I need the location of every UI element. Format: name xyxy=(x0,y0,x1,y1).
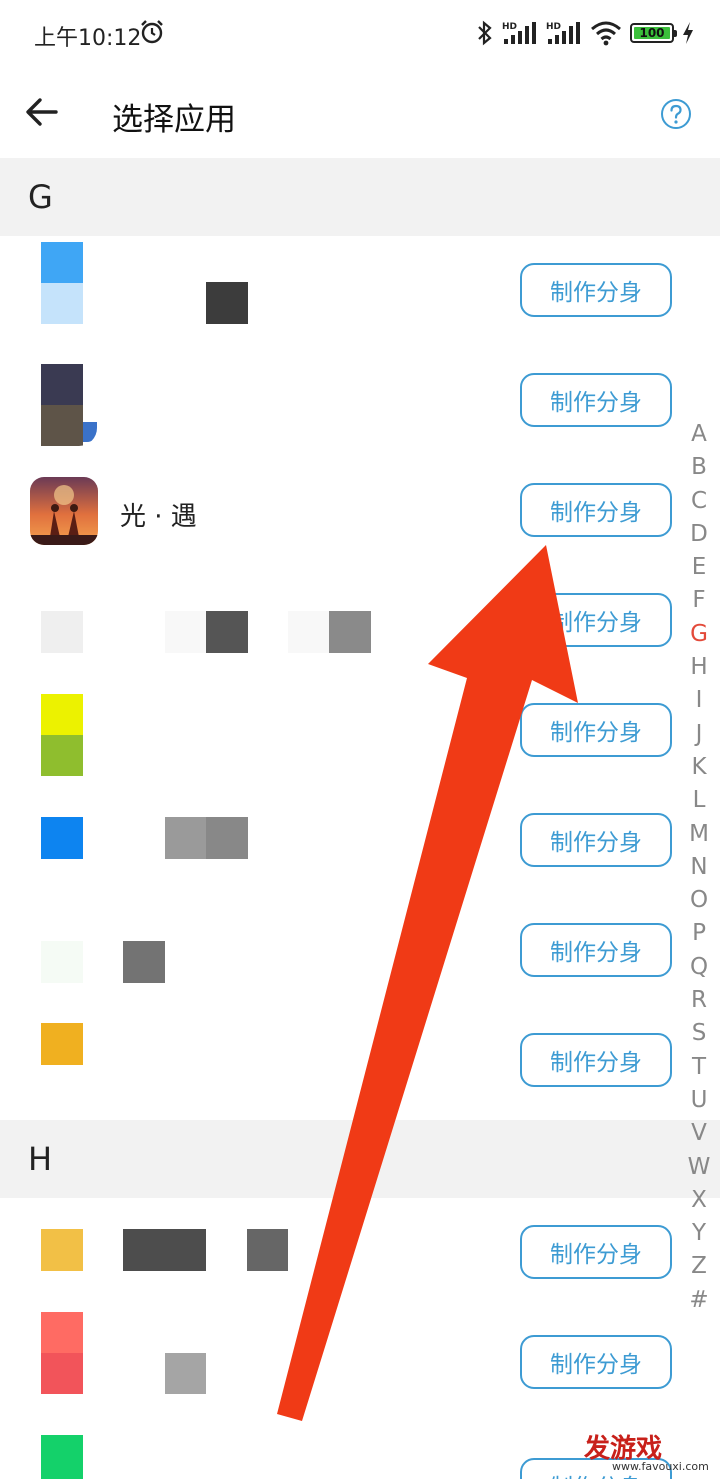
blurred-app-name xyxy=(288,611,329,653)
page-title: 选择应用 xyxy=(112,102,236,138)
app-icon xyxy=(41,364,97,446)
watermark-logo: 发游戏 www.favouxi.com xyxy=(580,1428,720,1479)
app-icon xyxy=(41,1023,83,1065)
section-header-h: H xyxy=(0,1120,720,1198)
blurred-app-name xyxy=(165,1353,206,1394)
app-row[interactable]: 制作分身 xyxy=(0,786,680,896)
blurred-app-name xyxy=(247,1229,288,1271)
signal-icon-2: HD xyxy=(546,22,580,44)
alphabet-index-letter[interactable]: U xyxy=(680,1084,718,1117)
app-bar: 选择应用 xyxy=(0,66,720,158)
app-name: 光 · 遇 xyxy=(120,502,197,532)
blurred-app-name xyxy=(165,611,206,653)
alphabet-index-letter[interactable]: C xyxy=(680,485,718,518)
bluetooth-icon xyxy=(478,20,492,46)
blurred-app-name xyxy=(206,817,248,859)
signal-icon-1: HD xyxy=(502,22,536,44)
alphabet-index-letter[interactable]: L xyxy=(680,784,718,817)
alphabet-index-letter[interactable]: F xyxy=(680,584,718,617)
hd-label-1: HD xyxy=(502,22,517,32)
alphabet-index[interactable]: A B C D E F G H I J K L M N O P Q R S T U V W X Y Z # xyxy=(680,418,718,1317)
clone-button[interactable]: 制作分身 xyxy=(520,923,672,977)
app-row[interactable]: 制作分身 xyxy=(0,236,680,346)
clone-button[interactable]: 制作分身 xyxy=(520,483,672,537)
app-row[interactable]: 制作分身 xyxy=(0,1198,680,1308)
back-arrow-icon[interactable] xyxy=(24,94,60,130)
status-icons: HD HD 100 xyxy=(476,18,694,48)
alphabet-index-letter[interactable]: E xyxy=(680,551,718,584)
alphabet-index-letter[interactable]: M xyxy=(680,818,718,851)
alarm-icon xyxy=(141,20,163,44)
app-row[interactable]: 制作分身 xyxy=(0,896,680,1006)
app-row[interactable]: 制作分身 xyxy=(0,676,680,786)
blurred-app-name xyxy=(123,941,165,983)
battery-level: 100 xyxy=(634,26,670,40)
clone-button[interactable]: 制作分身 xyxy=(520,1033,672,1087)
charging-icon xyxy=(683,22,693,44)
clone-button[interactable]: 制作分身 xyxy=(520,263,672,317)
blurred-app-name xyxy=(206,282,248,324)
hd-label-2: HD xyxy=(546,22,561,32)
app-icon xyxy=(41,1435,83,1479)
app-row[interactable]: 制作分身 xyxy=(0,1308,680,1418)
battery-icon: 100 xyxy=(630,23,677,43)
alphabet-index-letter[interactable]: T xyxy=(680,1051,718,1084)
clone-button[interactable]: 制作分身 xyxy=(520,373,672,427)
app-icon xyxy=(41,242,83,324)
alphabet-index-letter[interactable]: V xyxy=(680,1117,718,1150)
clone-button[interactable]: 制作分身 xyxy=(520,813,672,867)
alphabet-index-letter[interactable]: P xyxy=(680,917,718,950)
section-letter: H xyxy=(28,1140,53,1178)
alphabet-index-letter[interactable]: I xyxy=(680,684,718,717)
sky-game-app-icon xyxy=(30,477,98,545)
alphabet-index-letter[interactable]: S xyxy=(680,1017,718,1050)
app-row-guangyu[interactable]: 光 · 遇 制作分身 xyxy=(0,456,680,566)
blurred-app-name xyxy=(206,611,248,653)
alphabet-index-letter[interactable]: N xyxy=(680,851,718,884)
alphabet-index-letter[interactable]: J xyxy=(680,718,718,751)
clone-button[interactable]: 制作分身 xyxy=(520,593,672,647)
alphabet-index-letter[interactable]: Z xyxy=(680,1250,718,1283)
app-icon xyxy=(41,817,83,859)
alphabet-index-letter[interactable]: B xyxy=(680,451,718,484)
help-icon[interactable] xyxy=(660,98,692,130)
alphabet-index-letter[interactable]: Y xyxy=(680,1217,718,1250)
app-icon xyxy=(41,1229,83,1271)
alphabet-index-letter[interactable]: D xyxy=(680,518,718,551)
app-icon xyxy=(41,1312,83,1394)
alphabet-index-letter[interactable]: H xyxy=(680,651,718,684)
alphabet-index-letter[interactable]: # xyxy=(680,1284,718,1317)
alphabet-index-letter[interactable]: W xyxy=(680,1151,718,1184)
app-icon xyxy=(41,941,83,983)
alphabet-index-letter[interactable]: X xyxy=(680,1184,718,1217)
clone-button[interactable]: 制作分身 xyxy=(520,1335,672,1389)
blurred-app-name xyxy=(165,817,206,859)
app-row[interactable]: 制作分身 xyxy=(0,346,680,456)
status-time: 上午10:12 xyxy=(34,26,142,51)
alphabet-index-letter[interactable]: K xyxy=(680,751,718,784)
blurred-app-name xyxy=(123,1229,206,1271)
wifi-icon xyxy=(591,21,621,46)
section-letter: G xyxy=(28,178,53,216)
alphabet-index-letter[interactable]: Q xyxy=(680,951,718,984)
alphabet-index-letter[interactable]: R xyxy=(680,984,718,1017)
blurred-app-name xyxy=(329,611,371,653)
app-row[interactable]: 制作分身 xyxy=(0,1006,680,1116)
app-row[interactable]: 制作分身 xyxy=(0,566,680,676)
alphabet-index-letter[interactable]: O xyxy=(680,884,718,917)
watermark-url: www.favouxi.com xyxy=(612,1460,709,1473)
app-icon xyxy=(41,611,83,653)
alphabet-index-letter[interactable]: G xyxy=(680,618,718,651)
status-bar: 上午10:12 HD HD 100 xyxy=(0,0,720,66)
app-row[interactable]: 制作分身 xyxy=(0,1418,680,1479)
clone-button[interactable]: 制作分身 xyxy=(520,1225,672,1279)
app-icon xyxy=(41,694,83,776)
clone-button[interactable]: 制作分身 xyxy=(520,703,672,757)
section-header-g: G xyxy=(0,158,720,236)
alphabet-index-letter[interactable]: A xyxy=(680,418,718,451)
